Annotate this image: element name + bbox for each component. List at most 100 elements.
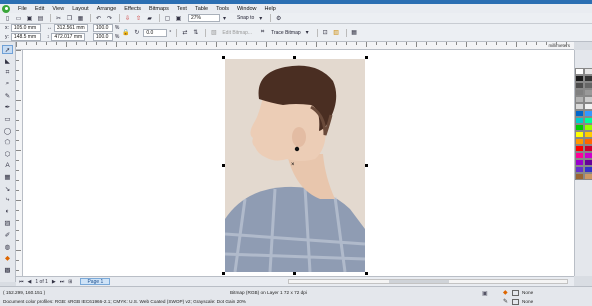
selection-handle[interactable] [293, 272, 296, 275]
publish-pdf-icon[interactable]: ▰ [145, 14, 154, 23]
next-page-icon[interactable]: ▶ [52, 279, 56, 285]
palette-swatch[interactable] [575, 173, 584, 180]
palette-swatch[interactable] [575, 110, 584, 117]
palette-swatch[interactable] [584, 145, 592, 152]
palette-swatch[interactable] [575, 166, 584, 173]
menu-bitmaps[interactable]: Bitmaps [145, 6, 173, 12]
add-page-icon[interactable]: ⊞ [68, 279, 72, 285]
selection-handle[interactable] [222, 164, 225, 167]
palette-swatch[interactable] [584, 159, 592, 166]
drawing-canvas[interactable]: × [23, 50, 574, 276]
selection-handle[interactable] [222, 272, 225, 275]
menu-file[interactable]: File [14, 6, 31, 12]
page-1-tab[interactable]: Page 1 [80, 278, 111, 285]
freehand-tool-icon[interactable]: ✎ [2, 91, 13, 100]
palette-swatch[interactable] [584, 82, 592, 89]
palette-swatch[interactable] [584, 110, 592, 117]
crop-bitmap-icon[interactable]: ⊡ [321, 28, 330, 37]
palette-swatch[interactable] [584, 131, 592, 138]
selection-handle[interactable] [365, 272, 368, 275]
menu-table[interactable]: Table [191, 6, 212, 12]
outline-swatch[interactable] [512, 299, 519, 305]
menu-layout[interactable]: Layout [68, 6, 93, 12]
color-proof-icon[interactable]: ▣ [482, 290, 488, 297]
palette-swatch[interactable] [584, 117, 592, 124]
palette-swatch[interactable] [584, 152, 592, 159]
palette-swatch[interactable] [575, 145, 584, 152]
import-icon[interactable]: ⇩ [123, 14, 132, 23]
snap-to-dropdown[interactable]: Snap to [237, 15, 254, 21]
lock-ratio-icon[interactable]: 🔒 [121, 28, 130, 37]
palette-swatch[interactable] [584, 124, 592, 131]
palette-swatch[interactable] [575, 117, 584, 124]
export-icon[interactable]: ⇧ [134, 14, 143, 23]
scale-height-field[interactable]: 100.0 [92, 33, 113, 41]
menu-window[interactable]: Window [233, 6, 261, 12]
last-page-icon[interactable]: ⏭ [60, 279, 65, 285]
full-screen-icon[interactable]: ▣ [174, 14, 183, 23]
bitmap-color-mask-icon[interactable]: ▦ [350, 28, 359, 37]
palette-swatch[interactable] [575, 75, 584, 82]
palette-swatch[interactable] [584, 89, 592, 96]
crop-tool-icon[interactable]: ⌗ [2, 68, 13, 77]
trace-bitmap-button[interactable]: Trace Bitmap [271, 30, 301, 36]
paste-icon[interactable]: ▦ [76, 14, 85, 23]
selection-handle[interactable] [293, 56, 296, 59]
smart-fill-icon[interactable]: ▩ [2, 265, 13, 274]
selection-handle[interactable] [365, 56, 368, 59]
previous-page-icon[interactable]: ◀ [28, 279, 32, 285]
undo-icon[interactable]: ↶ [94, 14, 103, 23]
fill-swatch[interactable] [512, 290, 519, 296]
width-field[interactable]: 312.561 mm [53, 24, 88, 32]
palette-swatch[interactable] [584, 166, 592, 173]
zoom-tool-icon[interactable]: ⌕ [2, 80, 13, 89]
menu-edit[interactable]: Edit [31, 6, 48, 12]
palette-swatch[interactable] [575, 124, 584, 131]
resample-icon[interactable]: ▥ [332, 28, 341, 37]
open-icon[interactable]: ▭ [14, 14, 23, 23]
palette-swatch[interactable] [575, 68, 584, 75]
y-position-field[interactable]: 148.5 mm [10, 33, 41, 41]
interactive-effects-icon[interactable]: ◐ [2, 207, 13, 216]
mirror-horizontal-icon[interactable]: ⇄ [180, 28, 189, 37]
palette-swatch[interactable] [575, 103, 584, 110]
menu-text[interactable]: Text [173, 6, 191, 12]
text-tool-icon[interactable]: A [2, 161, 13, 170]
outline-tool-icon[interactable]: ◍ [2, 242, 13, 251]
eyedropper-tool-icon[interactable]: ✐ [2, 231, 13, 240]
ellipse-tool-icon[interactable]: ◯ [2, 126, 13, 135]
basic-shapes-icon[interactable]: ⬡ [2, 149, 13, 158]
cut-icon[interactable]: ✂ [54, 14, 63, 23]
copy-icon[interactable]: ❐ [65, 14, 74, 23]
table-tool-icon[interactable]: ▦ [2, 173, 13, 182]
horizontal-scrollbar[interactable] [288, 279, 568, 284]
zoom-level-field[interactable]: 27% [188, 14, 220, 22]
document-color-profiles[interactable]: Document color profiles: RGB: sRGB IEC61… [3, 299, 246, 304]
palette-swatch[interactable] [575, 131, 584, 138]
palette-swatch[interactable] [584, 103, 592, 110]
menu-arrange[interactable]: Arrange [93, 6, 121, 12]
palette-swatch[interactable] [575, 152, 584, 159]
pick-tool-icon[interactable]: ➚ [2, 45, 13, 54]
scrollbar-thumb[interactable] [389, 280, 449, 283]
palette-swatch[interactable] [575, 96, 584, 103]
scale-width-field[interactable]: 100.0 [92, 24, 113, 32]
application-launcher-icon[interactable]: ▢ [163, 14, 172, 23]
save-icon[interactable]: ▣ [25, 14, 34, 23]
rectangle-tool-icon[interactable]: ▭ [2, 115, 13, 124]
print-icon[interactable]: ▤ [36, 14, 45, 23]
artistic-media-icon[interactable]: ✒ [2, 103, 13, 112]
zoom-dropdown-icon[interactable]: ▾ [220, 14, 229, 23]
redo-icon[interactable]: ↷ [105, 14, 114, 23]
trace-dropdown-icon[interactable]: ▾ [303, 28, 312, 37]
dimension-tool-icon[interactable]: ↘ [2, 184, 13, 193]
new-document-icon[interactable]: ▯ [3, 14, 12, 23]
palette-swatch[interactable] [584, 68, 592, 75]
x-position-field[interactable]: 105.0 mm [10, 24, 41, 32]
menu-tools[interactable]: Tools [212, 6, 233, 12]
selected-bitmap-photo[interactable] [225, 59, 365, 272]
shape-tool-icon[interactable]: ◣ [2, 57, 13, 66]
mirror-vertical-icon[interactable]: ⇅ [191, 28, 200, 37]
palette-swatch[interactable] [584, 75, 592, 82]
snap-to-chevron-icon[interactable]: ▾ [256, 14, 265, 23]
